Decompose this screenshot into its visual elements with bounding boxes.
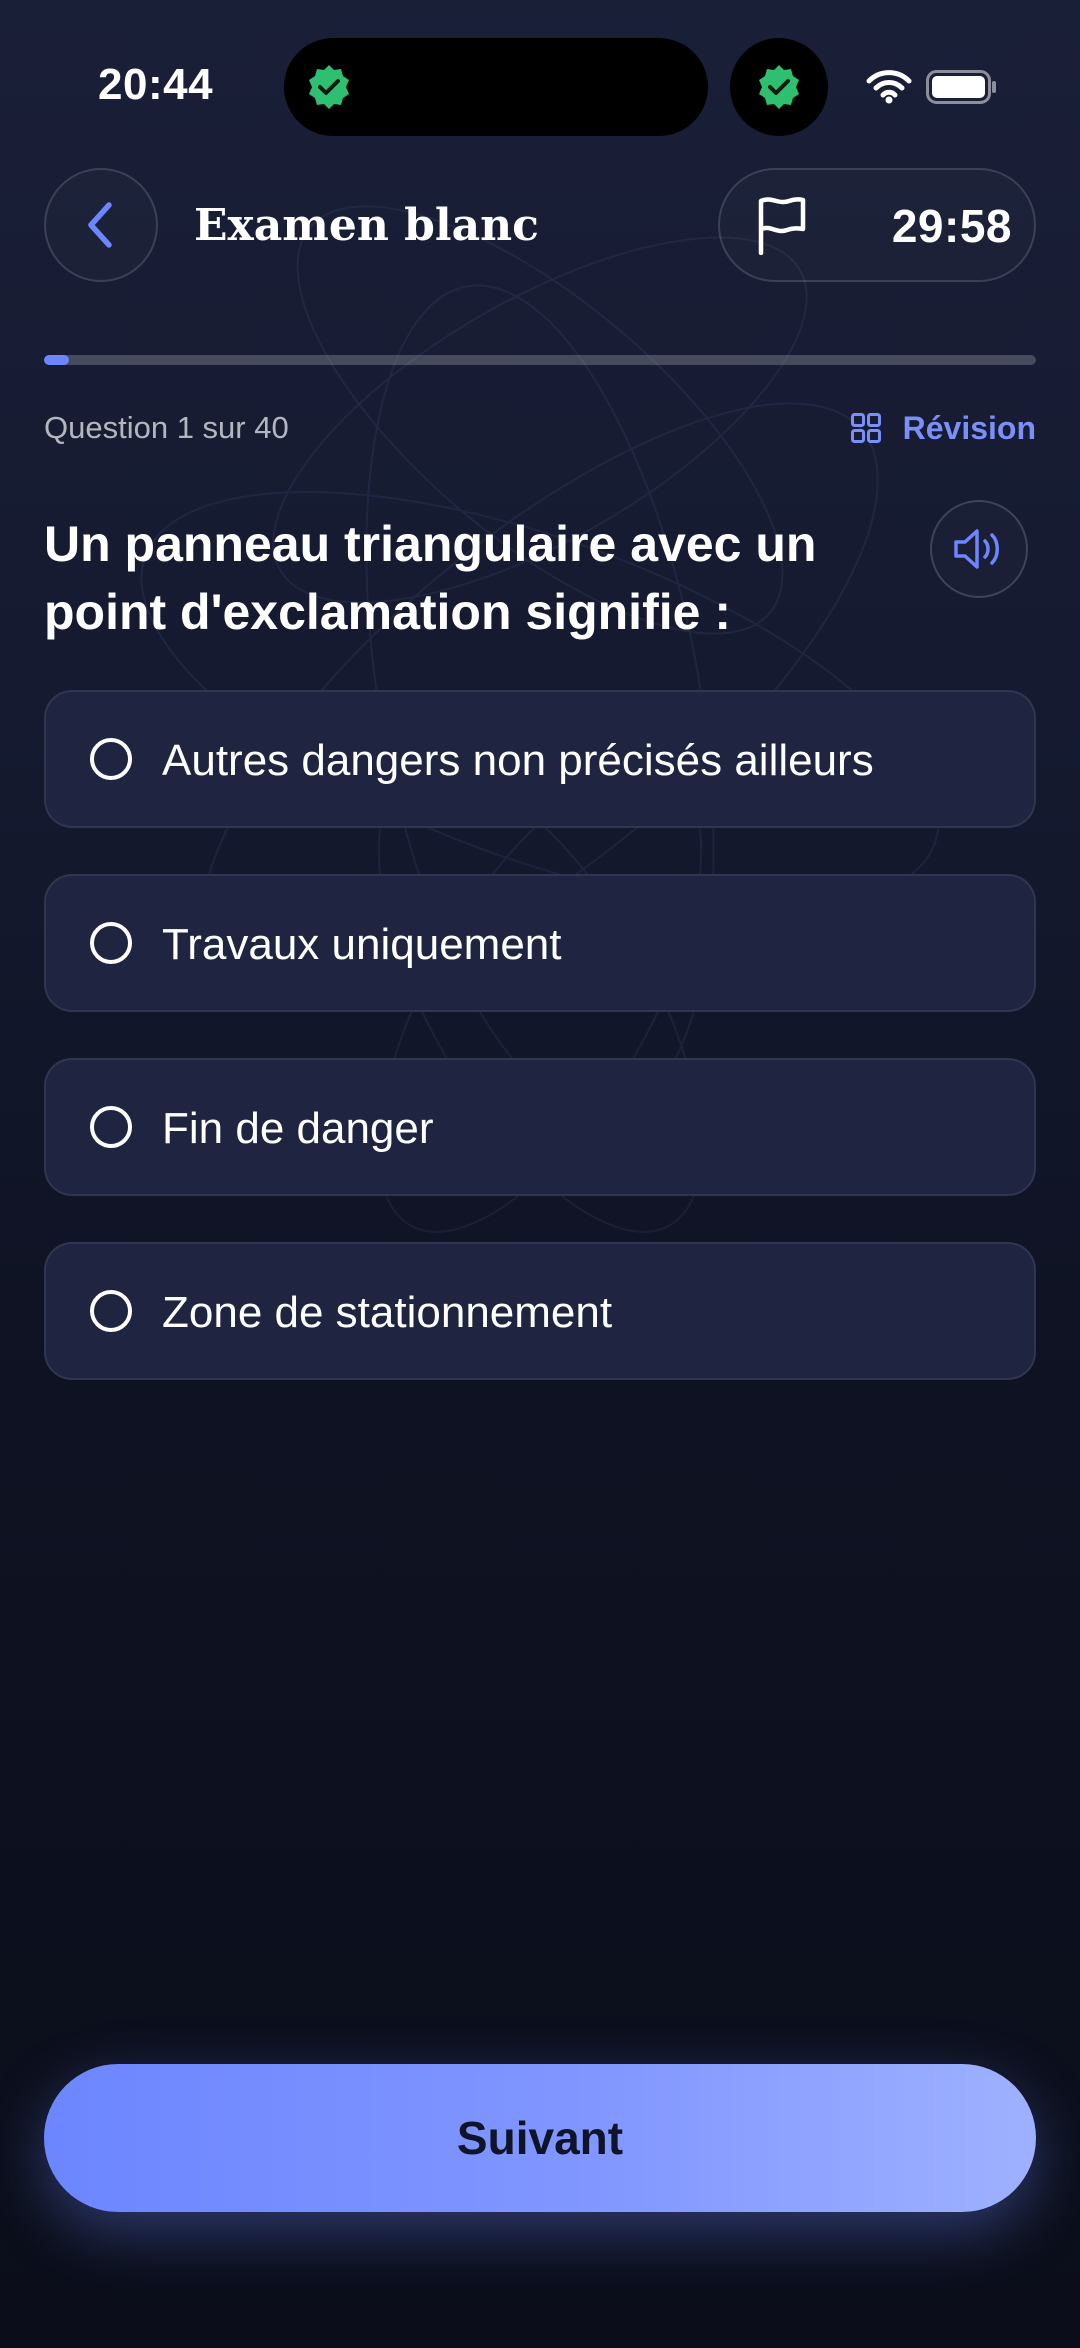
answer-option[interactable]: Fin de danger — [44, 1058, 1036, 1196]
radio-button[interactable] — [90, 738, 132, 780]
status-time: 20:44 — [98, 60, 214, 109]
radio-button[interactable] — [90, 1290, 132, 1332]
answer-option[interactable]: Zone de stationnement — [44, 1242, 1036, 1380]
camera-cutout — [730, 38, 828, 136]
radio-button[interactable] — [90, 922, 132, 964]
answer-option-label: Travaux uniquement — [162, 920, 562, 969]
answer-options: Autres dangers non précisés ailleurs Tra… — [44, 690, 1036, 1426]
answer-option[interactable]: Autres dangers non précisés ailleurs — [44, 690, 1036, 828]
exam-timer: 29:58 — [891, 200, 1012, 252]
wifi-icon — [866, 70, 912, 104]
progress-fill — [44, 355, 69, 365]
dynamic-island — [284, 38, 708, 136]
question-counter: Question 1 sur 40 — [44, 410, 289, 445]
audio-button[interactable] — [930, 500, 1028, 598]
answer-option-label: Zone de stationnement — [162, 1288, 613, 1337]
radio-button[interactable] — [90, 1106, 132, 1148]
battery-icon — [926, 70, 996, 104]
page-title: Examen blanc — [194, 200, 539, 251]
verified-badge-icon — [759, 65, 799, 109]
flag-question-button[interactable] — [750, 194, 812, 256]
back-button[interactable] — [44, 168, 158, 282]
progress-bar — [44, 355, 1036, 365]
answer-option-label: Fin de danger — [162, 1104, 434, 1153]
speaker-icon — [954, 529, 999, 569]
next-button[interactable]: Suivant — [44, 2064, 1036, 2212]
review-label: Révision — [902, 409, 1036, 446]
flag-icon — [758, 197, 806, 255]
review-button[interactable]: Révision — [850, 404, 1036, 452]
grid-icon — [850, 413, 881, 443]
verified-badge-icon — [309, 65, 349, 109]
answer-option-label: Autres dangers non précisés ailleurs — [162, 736, 874, 785]
chevron-left-icon — [88, 202, 112, 248]
question-text: Un panneau triangulaire avec un point d'… — [44, 516, 817, 640]
status-bar: 20:44 — [0, 0, 1080, 180]
next-button-label: Suivant — [456, 2112, 624, 2164]
header-actions: 29:58 — [718, 168, 1036, 282]
answer-option[interactable]: Travaux uniquement — [44, 874, 1036, 1012]
